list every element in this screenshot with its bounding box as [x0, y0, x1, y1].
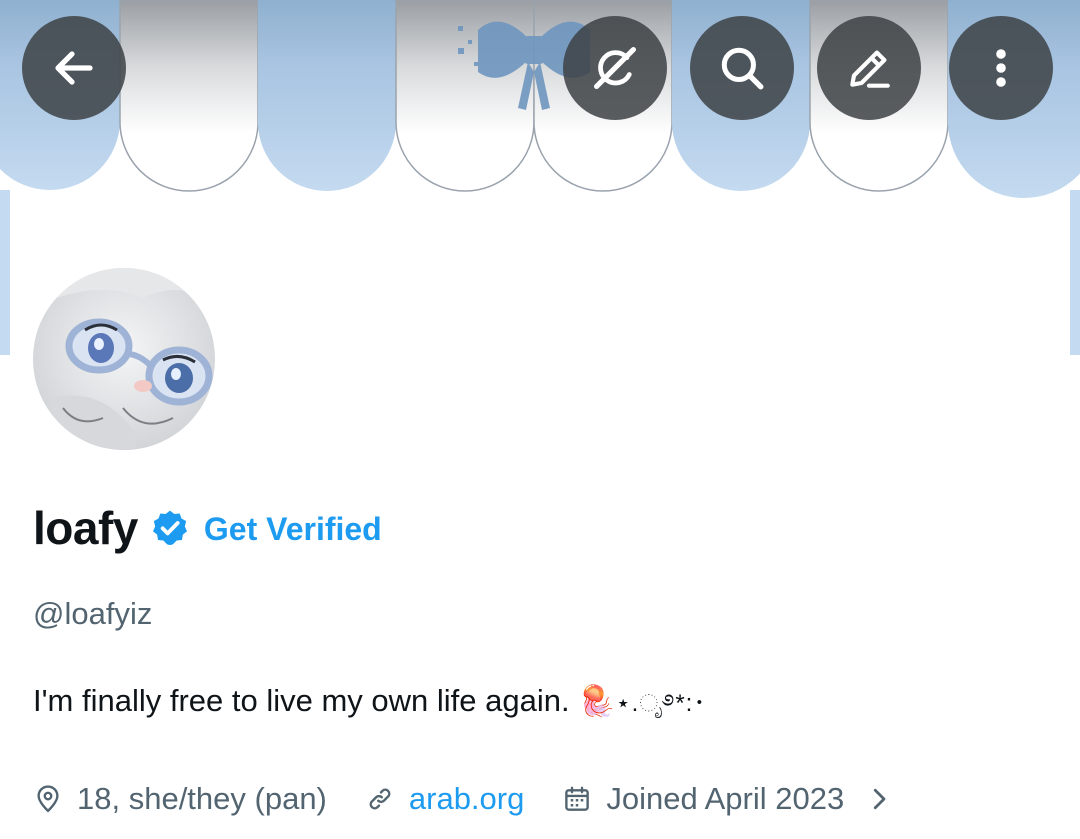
- calendar-icon: [565, 786, 590, 811]
- jellyfish-emoji: 🪼: [578, 685, 616, 718]
- profile-meta-row: 18, she/they (pan) arab.org Joined April…: [33, 776, 892, 822]
- location-pin-icon: [37, 785, 59, 813]
- more-options-button[interactable]: [949, 16, 1053, 120]
- arrow-left-icon: [55, 51, 93, 85]
- avatar-image: [33, 268, 215, 450]
- edit-profile-button[interactable]: [817, 16, 921, 120]
- display-name: loafy: [33, 502, 138, 554]
- grok-button[interactable]: [563, 16, 667, 120]
- profile-avatar[interactable]: [33, 268, 215, 450]
- grok-icon: [593, 46, 637, 90]
- website-link[interactable]: arab.org: [409, 781, 524, 817]
- get-verified-link[interactable]: Get Verified: [204, 511, 382, 548]
- chevron-right-icon[interactable]: [866, 784, 892, 814]
- joined-item[interactable]: Joined April 2023: [562, 781, 892, 817]
- verified-badge-icon[interactable]: [150, 508, 190, 553]
- back-button[interactable]: [22, 16, 126, 120]
- location-text: 18, she/they (pan): [77, 781, 327, 816]
- link-icon: [369, 788, 391, 810]
- search-icon: [721, 47, 764, 90]
- bio-decoration: ⋆.ೃ࿔*:･: [615, 690, 707, 717]
- edit-icon: [850, 50, 890, 88]
- name-row: loafy Get Verified: [33, 500, 382, 556]
- bio-text: I'm finally free to live my own life aga…: [33, 683, 570, 718]
- search-button[interactable]: [690, 16, 794, 120]
- user-handle: @loafyiz: [33, 596, 153, 631]
- more-vertical-icon: [996, 49, 1006, 87]
- location-item: 18, she/they (pan): [33, 781, 327, 817]
- profile-bio: I'm finally free to live my own life aga…: [33, 677, 706, 744]
- website-item[interactable]: arab.org: [365, 781, 524, 817]
- joined-text: Joined April 2023: [606, 781, 845, 816]
